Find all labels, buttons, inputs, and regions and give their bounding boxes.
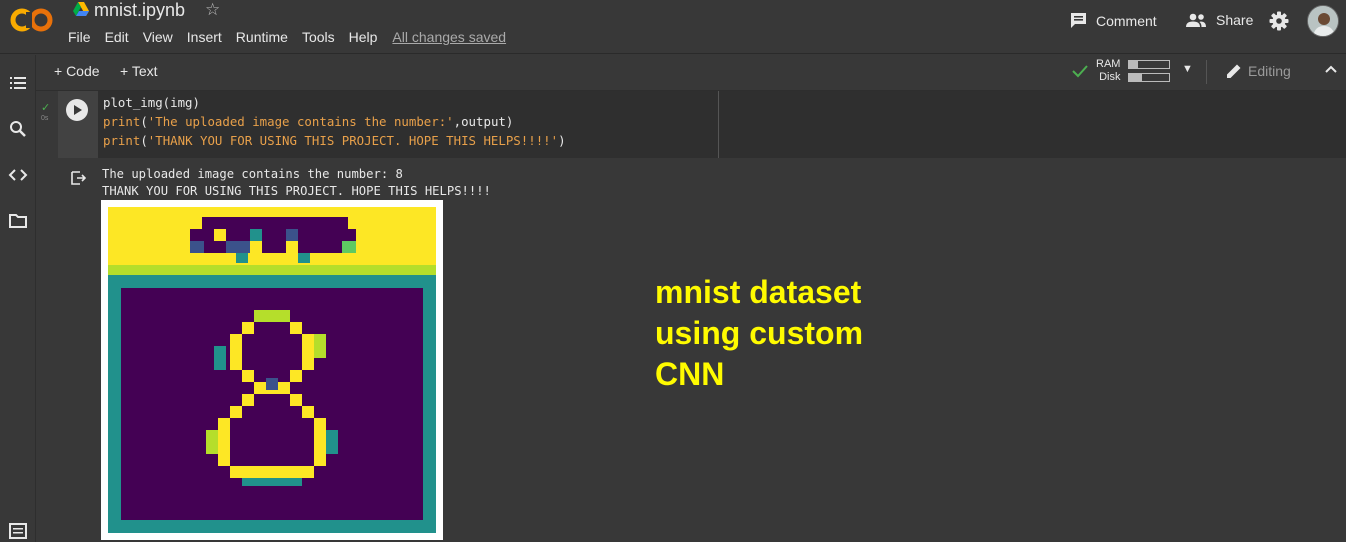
code-snippets-icon[interactable] xyxy=(8,165,28,185)
output-line: The uploaded image contains the number: … xyxy=(102,167,403,181)
comment-icon xyxy=(1071,13,1086,28)
overlay-caption: mnist dataset using custom CNN xyxy=(655,272,863,395)
output-image xyxy=(101,200,443,540)
search-icon[interactable] xyxy=(8,119,28,139)
execution-check-icon: ✓ xyxy=(41,102,51,114)
cell-output: The uploaded image contains the number: … xyxy=(102,166,491,199)
overlay-line: mnist dataset xyxy=(655,274,862,310)
menu-bar: File Edit View Insert Runtime Tools Help… xyxy=(68,29,520,45)
disk-bar xyxy=(1128,73,1170,82)
output-line: THANK YOU FOR USING THIS PROJECT. HOPE T… xyxy=(102,183,491,198)
star-icon[interactable]: ☆ xyxy=(205,0,220,20)
code-line: plot_img(img) xyxy=(103,95,200,110)
digit-plot xyxy=(108,207,436,533)
menu-tools[interactable]: Tools xyxy=(302,29,335,45)
code-line: print('THANK YOU FOR USING THIS PROJECT.… xyxy=(103,133,566,148)
code-line: print('The uploaded image contains the n… xyxy=(103,114,514,129)
disk-fill xyxy=(1129,74,1143,81)
folder-icon[interactable] xyxy=(8,211,28,231)
menu-file[interactable]: File xyxy=(68,29,91,45)
save-status[interactable]: All changes saved xyxy=(392,29,506,45)
overlay-line: CNN xyxy=(655,356,725,392)
notebook-toolbar: + Code + Text RAM Disk ▼ Editing xyxy=(36,55,1346,91)
output-options-icon[interactable] xyxy=(70,170,86,186)
app-header: mnist.ipynb ☆ File Edit View Insert Runt… xyxy=(0,0,1346,54)
left-sidebar xyxy=(0,55,36,542)
connected-check-icon xyxy=(1072,65,1088,78)
comment-label: Comment xyxy=(1096,12,1157,29)
menu-help[interactable]: Help xyxy=(349,29,378,45)
menu-edit[interactable]: Edit xyxy=(105,29,129,45)
table-of-contents-icon[interactable] xyxy=(8,73,28,93)
menu-insert[interactable]: Insert xyxy=(187,29,222,45)
resources-labels[interactable]: RAM Disk xyxy=(1096,58,1120,84)
avatar-image xyxy=(1308,6,1338,36)
drive-icon[interactable] xyxy=(73,2,89,16)
colab-logo[interactable] xyxy=(10,6,54,34)
add-code-button[interactable]: + Code xyxy=(54,63,100,79)
ram-fill xyxy=(1129,61,1138,68)
notebook-title[interactable]: mnist.ipynb xyxy=(94,0,185,21)
execution-time: 0s xyxy=(41,115,49,122)
share-button[interactable]: Share xyxy=(1185,12,1253,28)
code-ruler xyxy=(718,91,719,158)
menu-view[interactable]: View xyxy=(143,29,173,45)
editing-button[interactable]: Editing xyxy=(1226,63,1291,79)
pencil-icon xyxy=(1227,64,1241,78)
disk-label: Disk xyxy=(1099,71,1121,83)
code-editor[interactable]: plot_img(img) print('The uploaded image c… xyxy=(103,93,566,150)
people-icon xyxy=(1186,13,1206,27)
resources-dropdown-icon[interactable]: ▼ xyxy=(1182,63,1193,75)
ram-bar xyxy=(1128,60,1170,69)
cell-gutter: ✓ 0s xyxy=(36,91,58,542)
ram-label: RAM xyxy=(1096,58,1121,70)
terminal-icon[interactable] xyxy=(8,521,28,541)
overlay-line: using custom xyxy=(655,315,864,351)
add-text-button[interactable]: + Text xyxy=(120,63,158,79)
toolbar-divider xyxy=(1206,60,1207,84)
share-label: Share xyxy=(1216,12,1254,28)
comment-button[interactable]: Comment xyxy=(1070,12,1157,29)
avatar[interactable] xyxy=(1307,5,1339,37)
chevron-up-icon[interactable] xyxy=(1324,62,1338,76)
menu-runtime[interactable]: Runtime xyxy=(236,29,288,45)
run-cell-button[interactable] xyxy=(66,99,88,121)
editing-label: Editing xyxy=(1248,63,1291,79)
gear-icon[interactable] xyxy=(1269,11,1289,31)
